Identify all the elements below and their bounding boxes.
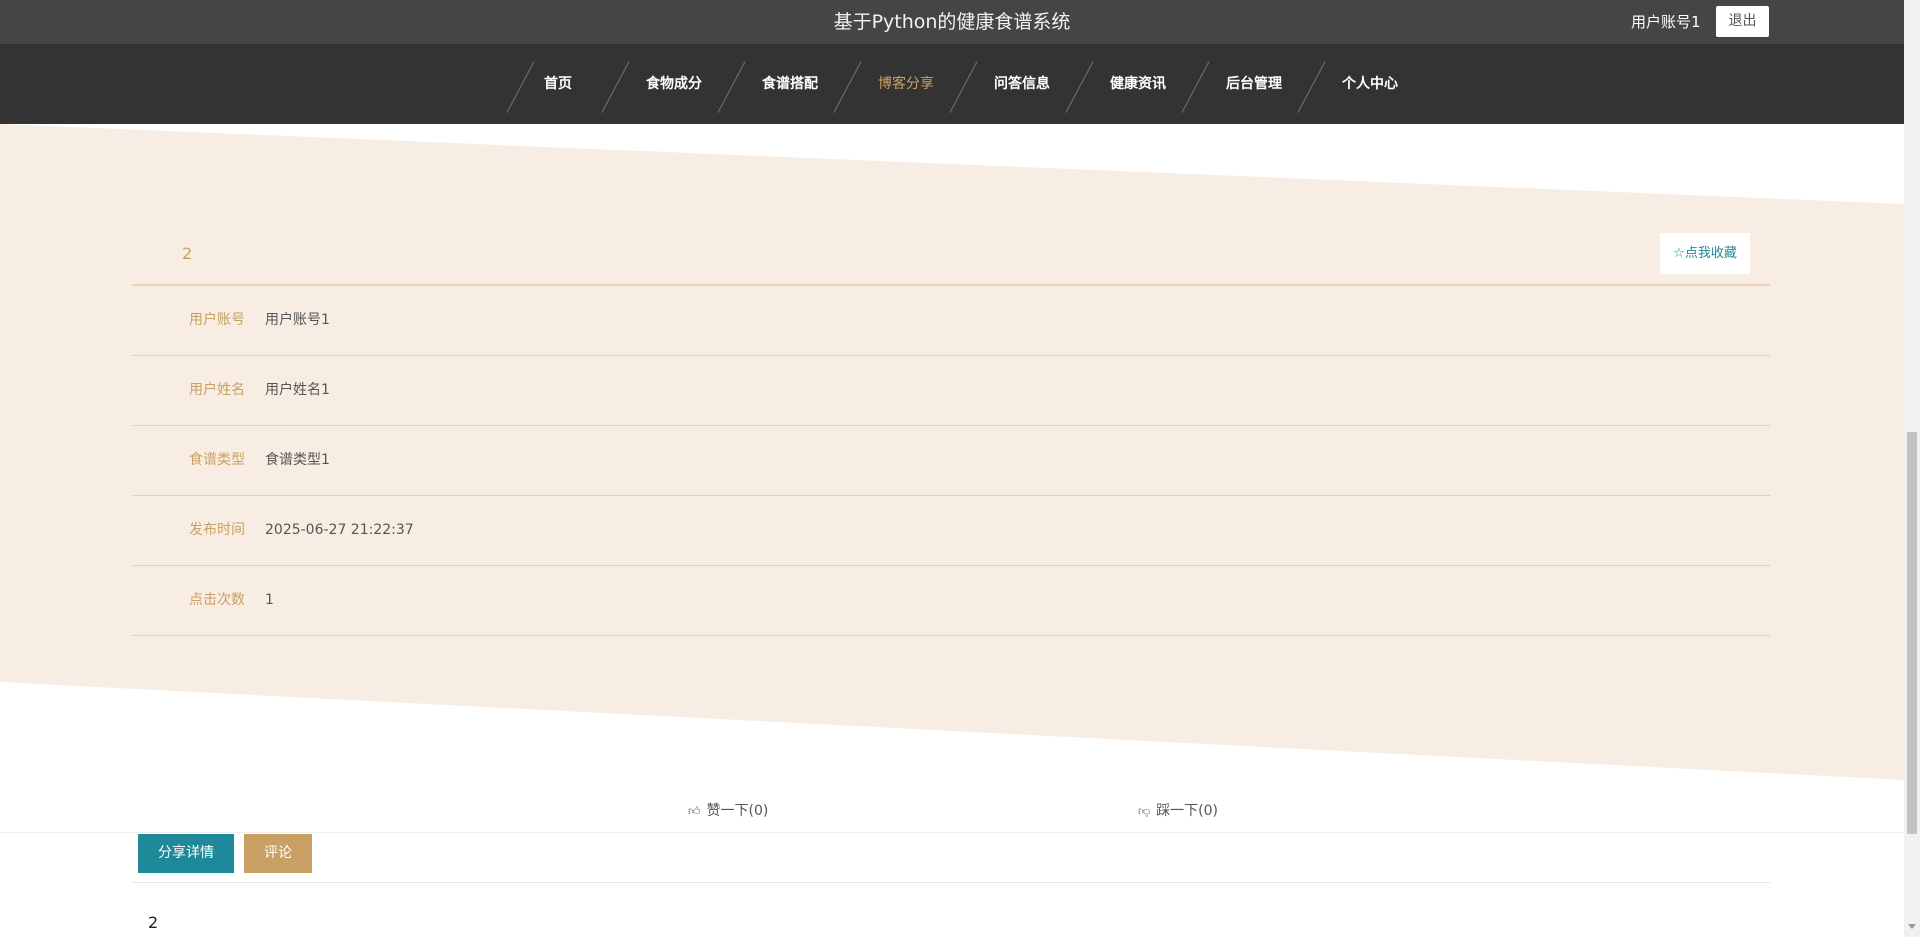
field-label: 用户姓名 bbox=[189, 382, 245, 398]
detail-row-recipe-type: 食谱类型 食谱类型1 bbox=[132, 426, 1770, 496]
field-label: 发布时间 bbox=[189, 522, 245, 538]
like-button[interactable]: 👍︎ 赞一下(0) bbox=[688, 800, 768, 820]
current-user-name: 用户账号1 bbox=[1631, 13, 1701, 31]
field-label: 点击次数 bbox=[189, 592, 245, 608]
thumbs-down-icon: 👎︎ bbox=[1138, 804, 1151, 818]
detail-row-user-name: 用户姓名 用户姓名1 bbox=[132, 356, 1770, 426]
dislike-label: 踩一下(0) bbox=[1156, 803, 1219, 819]
main-nav: 首页 食物成分 食谱搭配 博客分享 问答信息 健康资讯 后台管理 个人中心 bbox=[0, 44, 1904, 124]
nav-item-home[interactable]: 首页 bbox=[500, 44, 616, 124]
dislike-button[interactable]: 👎︎ 踩一下(0) bbox=[1138, 800, 1218, 820]
field-value: 1 bbox=[265, 592, 274, 608]
tab-comment[interactable]: 评论 bbox=[244, 834, 312, 873]
scroll-down-arrow-icon[interactable] bbox=[1908, 924, 1916, 929]
nav-item-qa[interactable]: 问答信息 bbox=[964, 44, 1080, 124]
page-scrollbar[interactable] bbox=[1904, 0, 1920, 937]
field-value: 用户姓名1 bbox=[265, 382, 330, 398]
field-label: 食谱类型 bbox=[189, 452, 245, 468]
nav-item-food-nutrients[interactable]: 食物成分 bbox=[616, 44, 732, 124]
scrollbar-thumb[interactable] bbox=[1907, 432, 1917, 834]
nav-item-personal-center[interactable]: 个人中心 bbox=[1312, 44, 1428, 124]
field-value: 用户账号1 bbox=[265, 312, 330, 328]
detail-row-click-count: 点击次数 1 bbox=[132, 566, 1770, 636]
tabs-divider bbox=[132, 882, 1770, 883]
nav-item-recipe-pairing[interactable]: 食谱搭配 bbox=[732, 44, 848, 124]
share-content: 2 bbox=[148, 913, 159, 932]
field-value: 2025-06-27 21:22:37 bbox=[265, 522, 414, 538]
detail-header: 2 ☆点我收藏 bbox=[132, 226, 1770, 286]
logout-button[interactable]: 退出 bbox=[1716, 6, 1769, 37]
nav-item-blog-share[interactable]: 博客分享 bbox=[848, 44, 964, 124]
site-title: 基于Python的健康食谱系统 bbox=[833, 11, 1071, 33]
nav-item-admin[interactable]: 后台管理 bbox=[1196, 44, 1312, 124]
like-label: 赞一下(0) bbox=[706, 803, 769, 819]
favorite-button[interactable]: ☆点我收藏 bbox=[1660, 233, 1750, 274]
nav-item-health-news[interactable]: 健康资讯 bbox=[1080, 44, 1196, 124]
thumbs-up-icon: 👍︎ bbox=[688, 804, 701, 818]
detail-row-user-account: 用户账号 用户账号1 bbox=[132, 286, 1770, 356]
divider bbox=[0, 832, 1904, 833]
detail-card: 2 ☆点我收藏 用户账号 用户账号1 用户姓名 用户姓名1 食谱类型 食谱类型1… bbox=[132, 226, 1770, 636]
field-label: 用户账号 bbox=[189, 312, 245, 328]
top-bar: 基于Python的健康食谱系统 用户账号1 退出 bbox=[0, 0, 1904, 44]
field-value: 食谱类型1 bbox=[265, 452, 330, 468]
detail-row-publish-time: 发布时间 2025-06-27 21:22:37 bbox=[132, 496, 1770, 566]
detail-title: 2 bbox=[182, 244, 193, 263]
tab-share-detail[interactable]: 分享详情 bbox=[138, 834, 234, 873]
